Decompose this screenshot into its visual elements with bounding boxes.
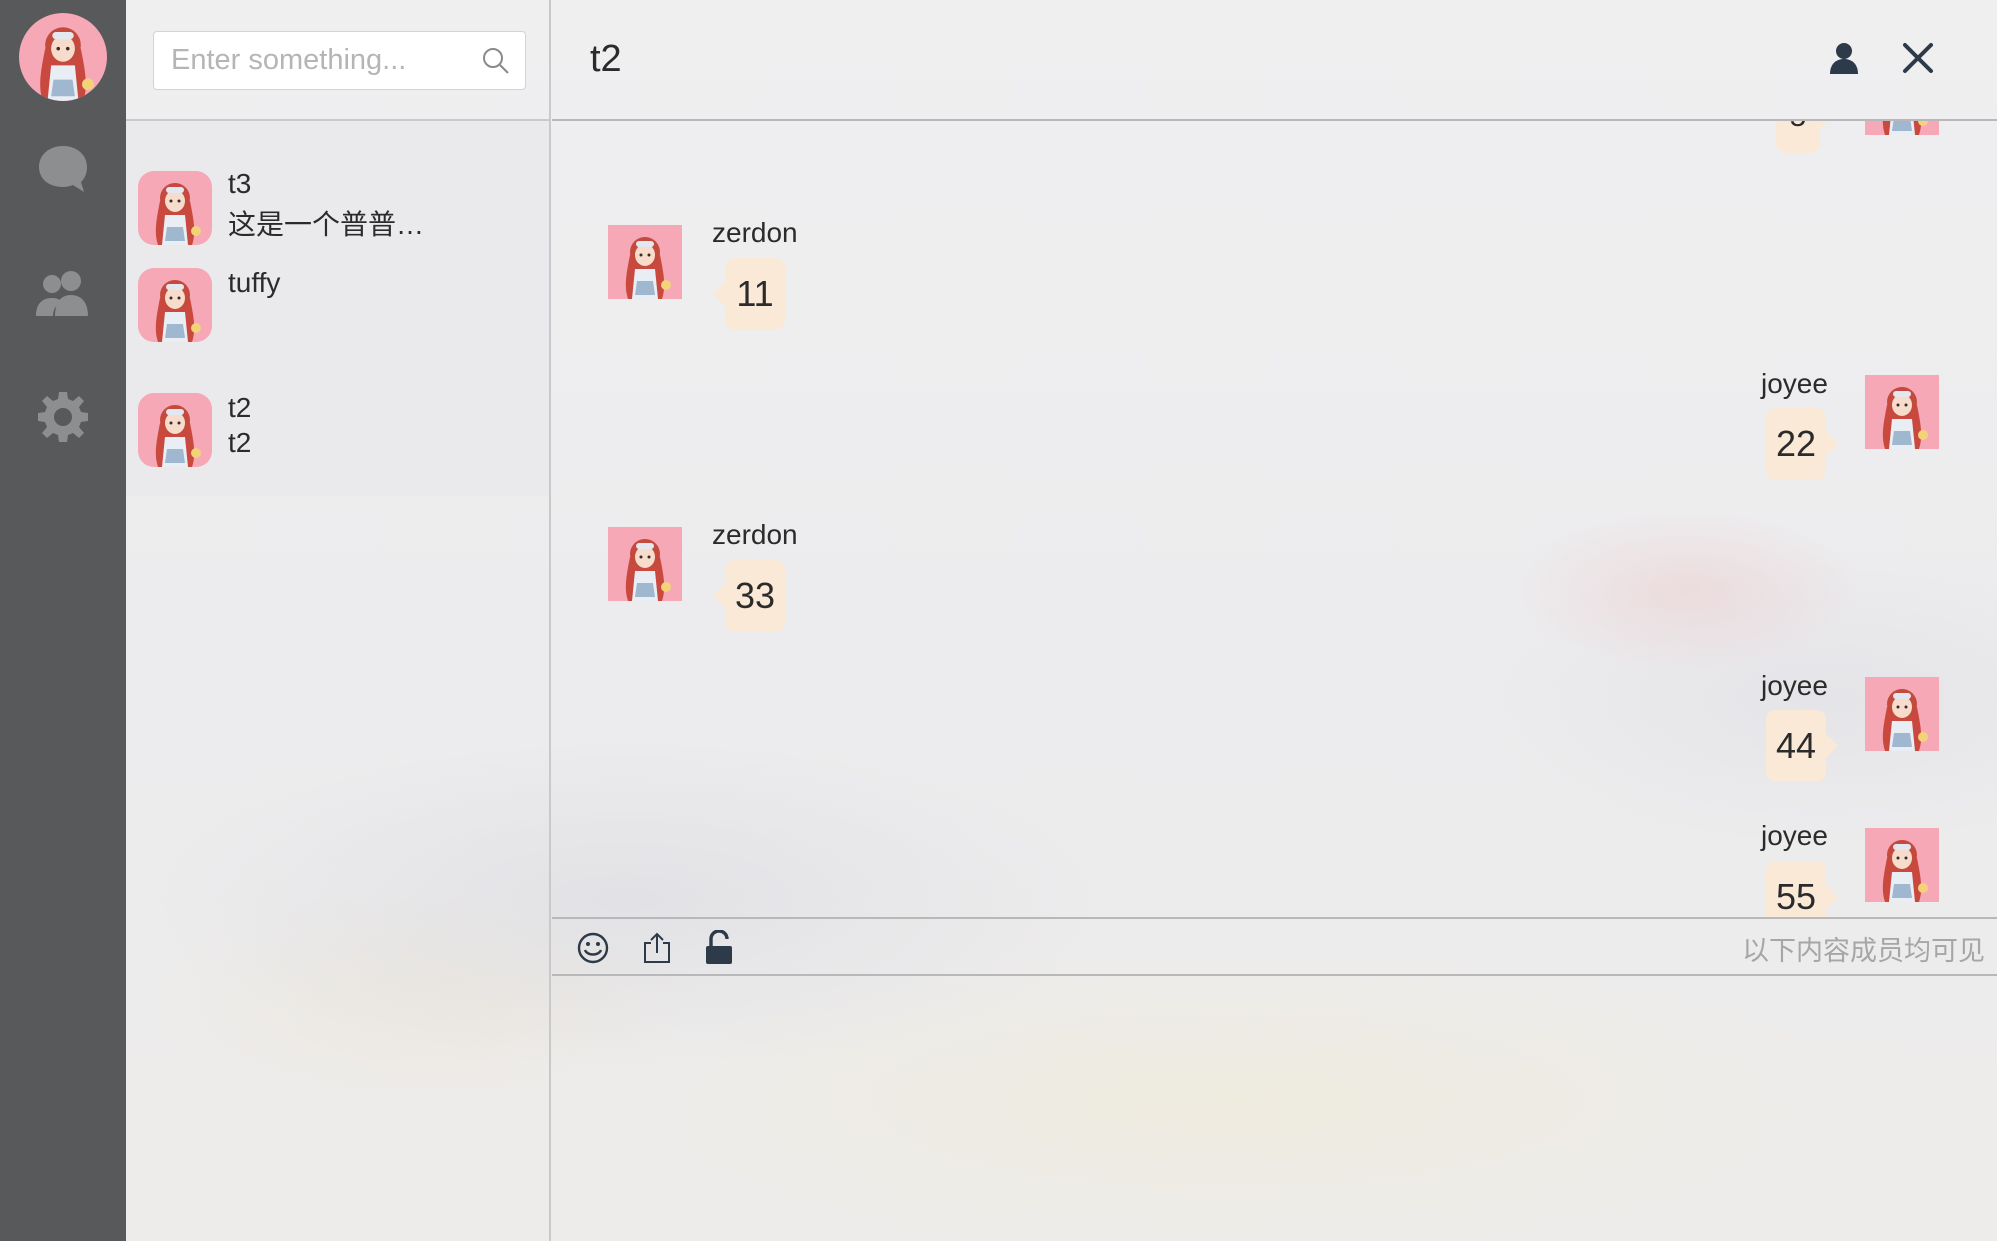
- contact-item-tuffy[interactable]: tuffy: [126, 246, 549, 371]
- avatar: [1865, 375, 1939, 449]
- unlock-icon[interactable]: [700, 929, 738, 967]
- avatar: [138, 268, 212, 342]
- contact-preview: 这是一个普普…: [228, 209, 425, 240]
- sender-name: joyee: [1761, 820, 1828, 851]
- message-bubble: 33: [712, 560, 786, 632]
- avatar: [1865, 828, 1939, 902]
- sender-name: joyee: [1761, 368, 1828, 399]
- contact-list: t3 这是一个普普… tuffy t2 t2: [126, 121, 549, 496]
- visibility-note: 以下内容成员均可见: [1742, 936, 1985, 966]
- search-icon[interactable]: [481, 46, 511, 81]
- user-avatar[interactable]: [19, 13, 107, 101]
- avatar: [608, 225, 682, 299]
- message-list: 5 zerdon 11 joyee 22 zerdon 33 joyee 44: [552, 121, 1997, 917]
- chat-title: t2: [590, 38, 622, 80]
- contact-item-t2[interactable]: t2 t2: [126, 371, 549, 496]
- message-bubble: 22: [1766, 408, 1839, 480]
- contact-item-t3[interactable]: t3 这是一个普普…: [126, 121, 549, 246]
- message-input[interactable]: [552, 976, 1997, 1241]
- contact-name: t3: [228, 168, 252, 199]
- search-input[interactable]: [154, 44, 464, 77]
- contacts-icon[interactable]: [33, 263, 93, 323]
- contacts-panel: t3 这是一个普普… tuffy t2 t2: [126, 0, 551, 1241]
- chat-header: t2: [552, 0, 1997, 121]
- close-icon[interactable]: [1899, 39, 1937, 77]
- avatar: [138, 171, 212, 245]
- avatar: [608, 527, 682, 601]
- contact-preview: t2: [228, 427, 252, 458]
- search-box[interactable]: [153, 31, 526, 90]
- chat-panel: t2 5 zerdon 11 joyee 22 zerdon: [552, 0, 1997, 1241]
- composer-toolbar: 以下内容成员均可见: [552, 917, 1997, 976]
- avatar: [1865, 677, 1939, 751]
- avatar: [138, 393, 212, 467]
- sender-name: joyee: [1761, 670, 1828, 701]
- message-input-area[interactable]: [552, 976, 1997, 1241]
- sender-name: zerdon: [712, 217, 798, 248]
- nav-rail: [0, 0, 126, 1241]
- emoji-icon[interactable]: [574, 929, 612, 967]
- share-icon[interactable]: [638, 929, 676, 967]
- person-icon[interactable]: [1825, 39, 1863, 77]
- contact-name: tuffy: [228, 267, 281, 298]
- message-bubble: 11: [713, 258, 785, 330]
- message-bubble: 55: [1766, 861, 1839, 917]
- message-bubble: 5: [1776, 121, 1832, 153]
- avatar: [1865, 121, 1939, 135]
- chat-bubble-icon[interactable]: [33, 139, 93, 199]
- sender-name: zerdon: [712, 519, 798, 550]
- search-bar: [126, 0, 549, 121]
- message-bubble: 44: [1766, 710, 1839, 782]
- gear-icon[interactable]: [33, 387, 93, 447]
- contact-name: t2: [228, 392, 252, 423]
